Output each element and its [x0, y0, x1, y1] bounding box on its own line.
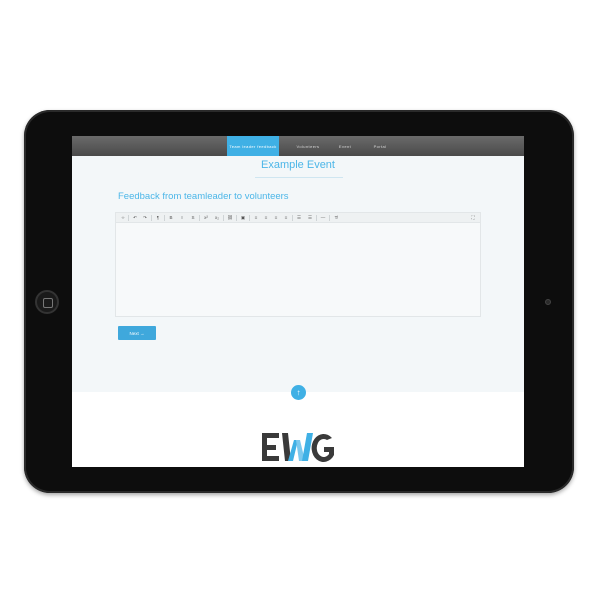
- toolbar-separator: [249, 215, 250, 221]
- italic-icon[interactable]: I: [178, 214, 186, 222]
- clear-format-icon[interactable]: T̸: [332, 214, 340, 222]
- redo-icon[interactable]: ↷: [141, 214, 149, 222]
- top-navigation: Team leader feedback Volunteers Event Po…: [72, 136, 524, 156]
- toolbar-separator: [236, 215, 237, 221]
- toolbar-separator: [199, 215, 200, 221]
- undo-icon[interactable]: ↶: [131, 214, 139, 222]
- nav-item-team-leader-feedback[interactable]: Team leader feedback: [227, 136, 279, 156]
- main-content: Example Event Feedback from teamleader t…: [72, 156, 524, 392]
- bold-icon[interactable]: B: [167, 214, 175, 222]
- nav-item-event[interactable]: Event: [334, 136, 356, 156]
- tablet-screen: Team leader feedback Volunteers Event Po…: [72, 136, 524, 467]
- code-view-icon[interactable]: ‹›: [119, 214, 127, 222]
- strikethrough-icon[interactable]: S: [189, 214, 197, 222]
- superscript-icon[interactable]: x²: [202, 214, 210, 222]
- toolbar-separator: [223, 215, 224, 221]
- title-divider: [255, 177, 343, 178]
- unordered-list-icon[interactable]: ☰: [295, 214, 303, 222]
- paragraph-icon[interactable]: ¶: [154, 214, 162, 222]
- back-to-top-button[interactable]: ↑: [291, 385, 306, 400]
- toolbar-separator: [151, 215, 152, 221]
- align-right-icon[interactable]: ≡: [272, 214, 280, 222]
- link-icon[interactable]: ⛓: [226, 214, 234, 222]
- nav-item-volunteers[interactable]: Volunteers: [294, 136, 322, 156]
- rich-text-editor: ‹› ↶ ↷ ¶ B I S x² x₂ ⛓ ▣ ≡ ≡ ≡ ≡ ☰ ☰ — T…: [115, 212, 481, 317]
- ordered-list-icon[interactable]: ☰: [306, 214, 314, 222]
- toolbar-separator: [128, 215, 129, 221]
- align-center-icon[interactable]: ≡: [262, 214, 270, 222]
- section-heading: Feedback from teamleader to volunteers: [118, 191, 289, 202]
- tablet-home-button[interactable]: [35, 290, 59, 314]
- editor-toolbar: ‹› ↶ ↷ ¶ B I S x² x₂ ⛓ ▣ ≡ ≡ ≡ ≡ ☰ ☰ — T…: [116, 213, 480, 223]
- align-justify-icon[interactable]: ≡: [282, 214, 290, 222]
- align-left-icon[interactable]: ≡: [252, 214, 260, 222]
- next-button[interactable]: Next →: [118, 326, 156, 340]
- toolbar-separator: [164, 215, 165, 221]
- horizontal-rule-icon[interactable]: —: [319, 214, 327, 222]
- toolbar-separator: [329, 215, 330, 221]
- toolbar-separator: [292, 215, 293, 221]
- toolbar-separator: [316, 215, 317, 221]
- arrow-up-icon: ↑: [296, 388, 301, 397]
- image-icon[interactable]: ▣: [239, 214, 247, 222]
- ewg-logo: [262, 433, 334, 463]
- subscript-icon[interactable]: x₂: [213, 214, 221, 222]
- editor-text-area[interactable]: [116, 223, 480, 316]
- tablet-camera: [545, 299, 551, 305]
- fullscreen-icon[interactable]: ⛶: [469, 214, 477, 222]
- nav-item-portal[interactable]: Portal: [368, 136, 392, 156]
- event-title: Example Event: [261, 159, 335, 171]
